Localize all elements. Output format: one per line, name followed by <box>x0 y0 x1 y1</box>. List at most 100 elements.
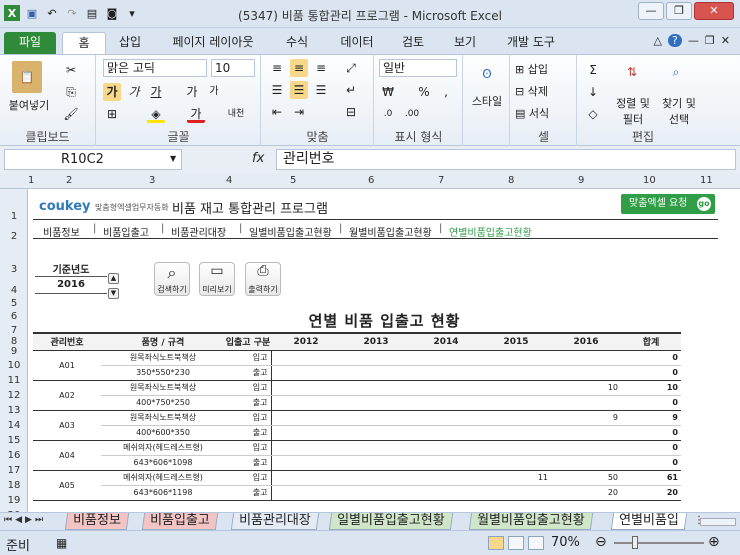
year-value-cell[interactable] <box>481 380 551 396</box>
custom-excel-request-button[interactable]: 맞춤엑셀 요청 go <box>621 194 715 214</box>
year-value-cell[interactable] <box>341 395 411 411</box>
close-button[interactable]: ✕ <box>694 2 734 20</box>
year-value-cell[interactable] <box>271 350 341 366</box>
underline-button[interactable]: 가 <box>147 83 165 101</box>
row-header[interactable]: 19 <box>0 495 28 506</box>
tab-view[interactable]: 보기 <box>446 32 484 54</box>
number-format-combo[interactable]: 일반 <box>379 59 457 77</box>
col-header[interactable]: 3 <box>149 175 155 186</box>
item-name-cell[interactable]: 원목좌식노트북책상 <box>101 350 225 366</box>
col-header[interactable]: 2 <box>66 175 72 186</box>
year-value-cell[interactable] <box>271 425 341 441</box>
tab-review[interactable]: 검토 <box>394 32 432 54</box>
io-type-cell[interactable]: 입고 <box>225 350 272 366</box>
year-value-cell[interactable] <box>481 365 551 381</box>
col-header[interactable]: 4 <box>226 175 232 186</box>
insert-function-button[interactable]: fx <box>252 151 264 166</box>
year-value-cell[interactable] <box>411 425 481 441</box>
year-value-cell[interactable] <box>271 410 341 426</box>
year-value-cell[interactable] <box>411 380 481 396</box>
row-header[interactable]: 1 <box>0 211 28 222</box>
name-box[interactable]: R10C2 <box>4 149 182 170</box>
row-header[interactable]: 6 <box>0 311 28 322</box>
phonetic-button[interactable]: 내천 <box>221 105 251 123</box>
find-select-icon[interactable]: ⌕ <box>664 59 688 85</box>
sheet-tab-monthly[interactable]: 월별비품입출고현황 <box>468 513 593 530</box>
row-header[interactable]: 13 <box>0 405 28 416</box>
normal-view-icon[interactable] <box>488 536 504 550</box>
year-value-cell[interactable]: 9 <box>551 410 621 426</box>
paste-button[interactable]: 붙여넣기 <box>2 97 56 113</box>
fill-icon[interactable]: ↓ <box>584 83 602 101</box>
sheet-tab-ledger[interactable]: 비품관리대장 <box>230 513 319 530</box>
year-value-cell[interactable] <box>481 350 551 366</box>
row-header[interactable]: 14 <box>0 420 28 431</box>
item-spec-cell[interactable]: 400*750*250 <box>101 395 225 411</box>
row-header[interactable]: 11 <box>0 375 28 386</box>
io-type-cell[interactable]: 입고 <box>225 470 272 486</box>
paste-icon[interactable]: 📋 <box>12 61 42 93</box>
io-type-cell[interactable]: 입고 <box>225 410 272 426</box>
horizontal-scrollbar[interactable] <box>700 518 736 526</box>
doc-restore-icon[interactable]: ❐ <box>705 34 715 47</box>
align-middle-icon[interactable]: ≡ <box>290 59 308 77</box>
year-input[interactable]: 2016 <box>35 276 107 294</box>
align-top-icon[interactable]: ≡ <box>268 59 286 77</box>
io-type-cell[interactable]: 출고 <box>225 425 272 441</box>
macro-record-icon[interactable]: ▦ <box>56 536 67 550</box>
total-cell[interactable]: 20 <box>621 485 681 501</box>
comma-style-icon[interactable]: , <box>437 83 455 101</box>
sort-filter-button[interactable]: 정렬 및 필터 <box>612 95 654 127</box>
item-spec-cell[interactable]: 643*606*1198 <box>101 485 225 501</box>
io-type-cell[interactable]: 입고 <box>225 440 272 456</box>
find-select-button[interactable]: 찾기 및 선택 <box>658 95 700 127</box>
year-value-cell[interactable]: 11 <box>481 470 551 486</box>
year-value-cell[interactable] <box>341 410 411 426</box>
col-header[interactable]: 9 <box>578 175 584 186</box>
row-header[interactable]: 7 <box>0 325 28 336</box>
name-box-dropdown-icon[interactable]: ▼ <box>170 154 176 163</box>
col-header[interactable]: 10 <box>643 175 656 186</box>
year-value-cell[interactable]: 10 <box>551 380 621 396</box>
sheet-tab-inout[interactable]: 비품입출고 <box>141 513 219 530</box>
sheet-tab-info[interactable]: 비품정보 <box>64 513 130 530</box>
year-value-cell[interactable] <box>271 440 341 456</box>
total-cell[interactable]: 0 <box>621 440 681 456</box>
item-name-cell[interactable]: 메쉬의자(헤드레스트형) <box>101 440 225 456</box>
total-cell[interactable]: 0 <box>621 395 681 411</box>
align-left-icon[interactable]: ☰ <box>268 81 286 99</box>
year-value-cell[interactable] <box>481 410 551 426</box>
year-value-cell[interactable] <box>271 470 341 486</box>
year-value-cell[interactable] <box>411 395 481 411</box>
cut-icon[interactable]: ✂ <box>62 61 80 79</box>
shrink-font-button[interactable]: 가 <box>205 83 223 101</box>
year-value-cell[interactable] <box>551 455 621 471</box>
currency-icon[interactable]: ₩ <box>379 83 397 101</box>
year-value-cell[interactable] <box>271 455 341 471</box>
nav-item-info[interactable]: 비품정보 <box>43 224 80 239</box>
sheet-tab-daily[interactable]: 일별비품입출고현황 <box>328 513 453 530</box>
col-header[interactable]: 5 <box>290 175 296 186</box>
minimize-button[interactable]: — <box>638 2 664 20</box>
row-header[interactable]: 18 <box>0 480 28 491</box>
sort-filter-icon[interactable]: ⇅ <box>620 59 644 85</box>
year-value-cell[interactable] <box>341 350 411 366</box>
item-name-cell[interactable]: 메쉬의자(헤드레스트형) <box>101 470 225 486</box>
year-value-cell[interactable] <box>411 455 481 471</box>
year-value-cell[interactable] <box>481 425 551 441</box>
year-value-cell[interactable]: 50 <box>551 470 621 486</box>
merge-center-icon[interactable]: ⊟ <box>342 103 360 121</box>
maximize-button[interactable]: ❐ <box>666 2 692 20</box>
io-type-cell[interactable]: 출고 <box>225 455 272 471</box>
code-cell[interactable]: A02 <box>33 380 101 411</box>
text-orientation-icon[interactable]: ⤢ <box>342 59 360 77</box>
row-header[interactable]: 17 <box>0 465 28 476</box>
font-color-button[interactable]: 가 <box>187 105 205 123</box>
align-center-icon[interactable]: ☰ <box>290 81 308 99</box>
grow-font-button[interactable]: 가 <box>183 83 201 101</box>
row-header[interactable]: 5 <box>0 298 28 309</box>
ribbon-collapse-icon[interactable]: △ <box>653 34 661 47</box>
delete-cells-button[interactable]: ⊟ 삭제 <box>515 83 573 99</box>
nav-item-monthly[interactable]: 월별비품입출고현황 <box>349 224 432 239</box>
year-value-cell[interactable] <box>551 425 621 441</box>
